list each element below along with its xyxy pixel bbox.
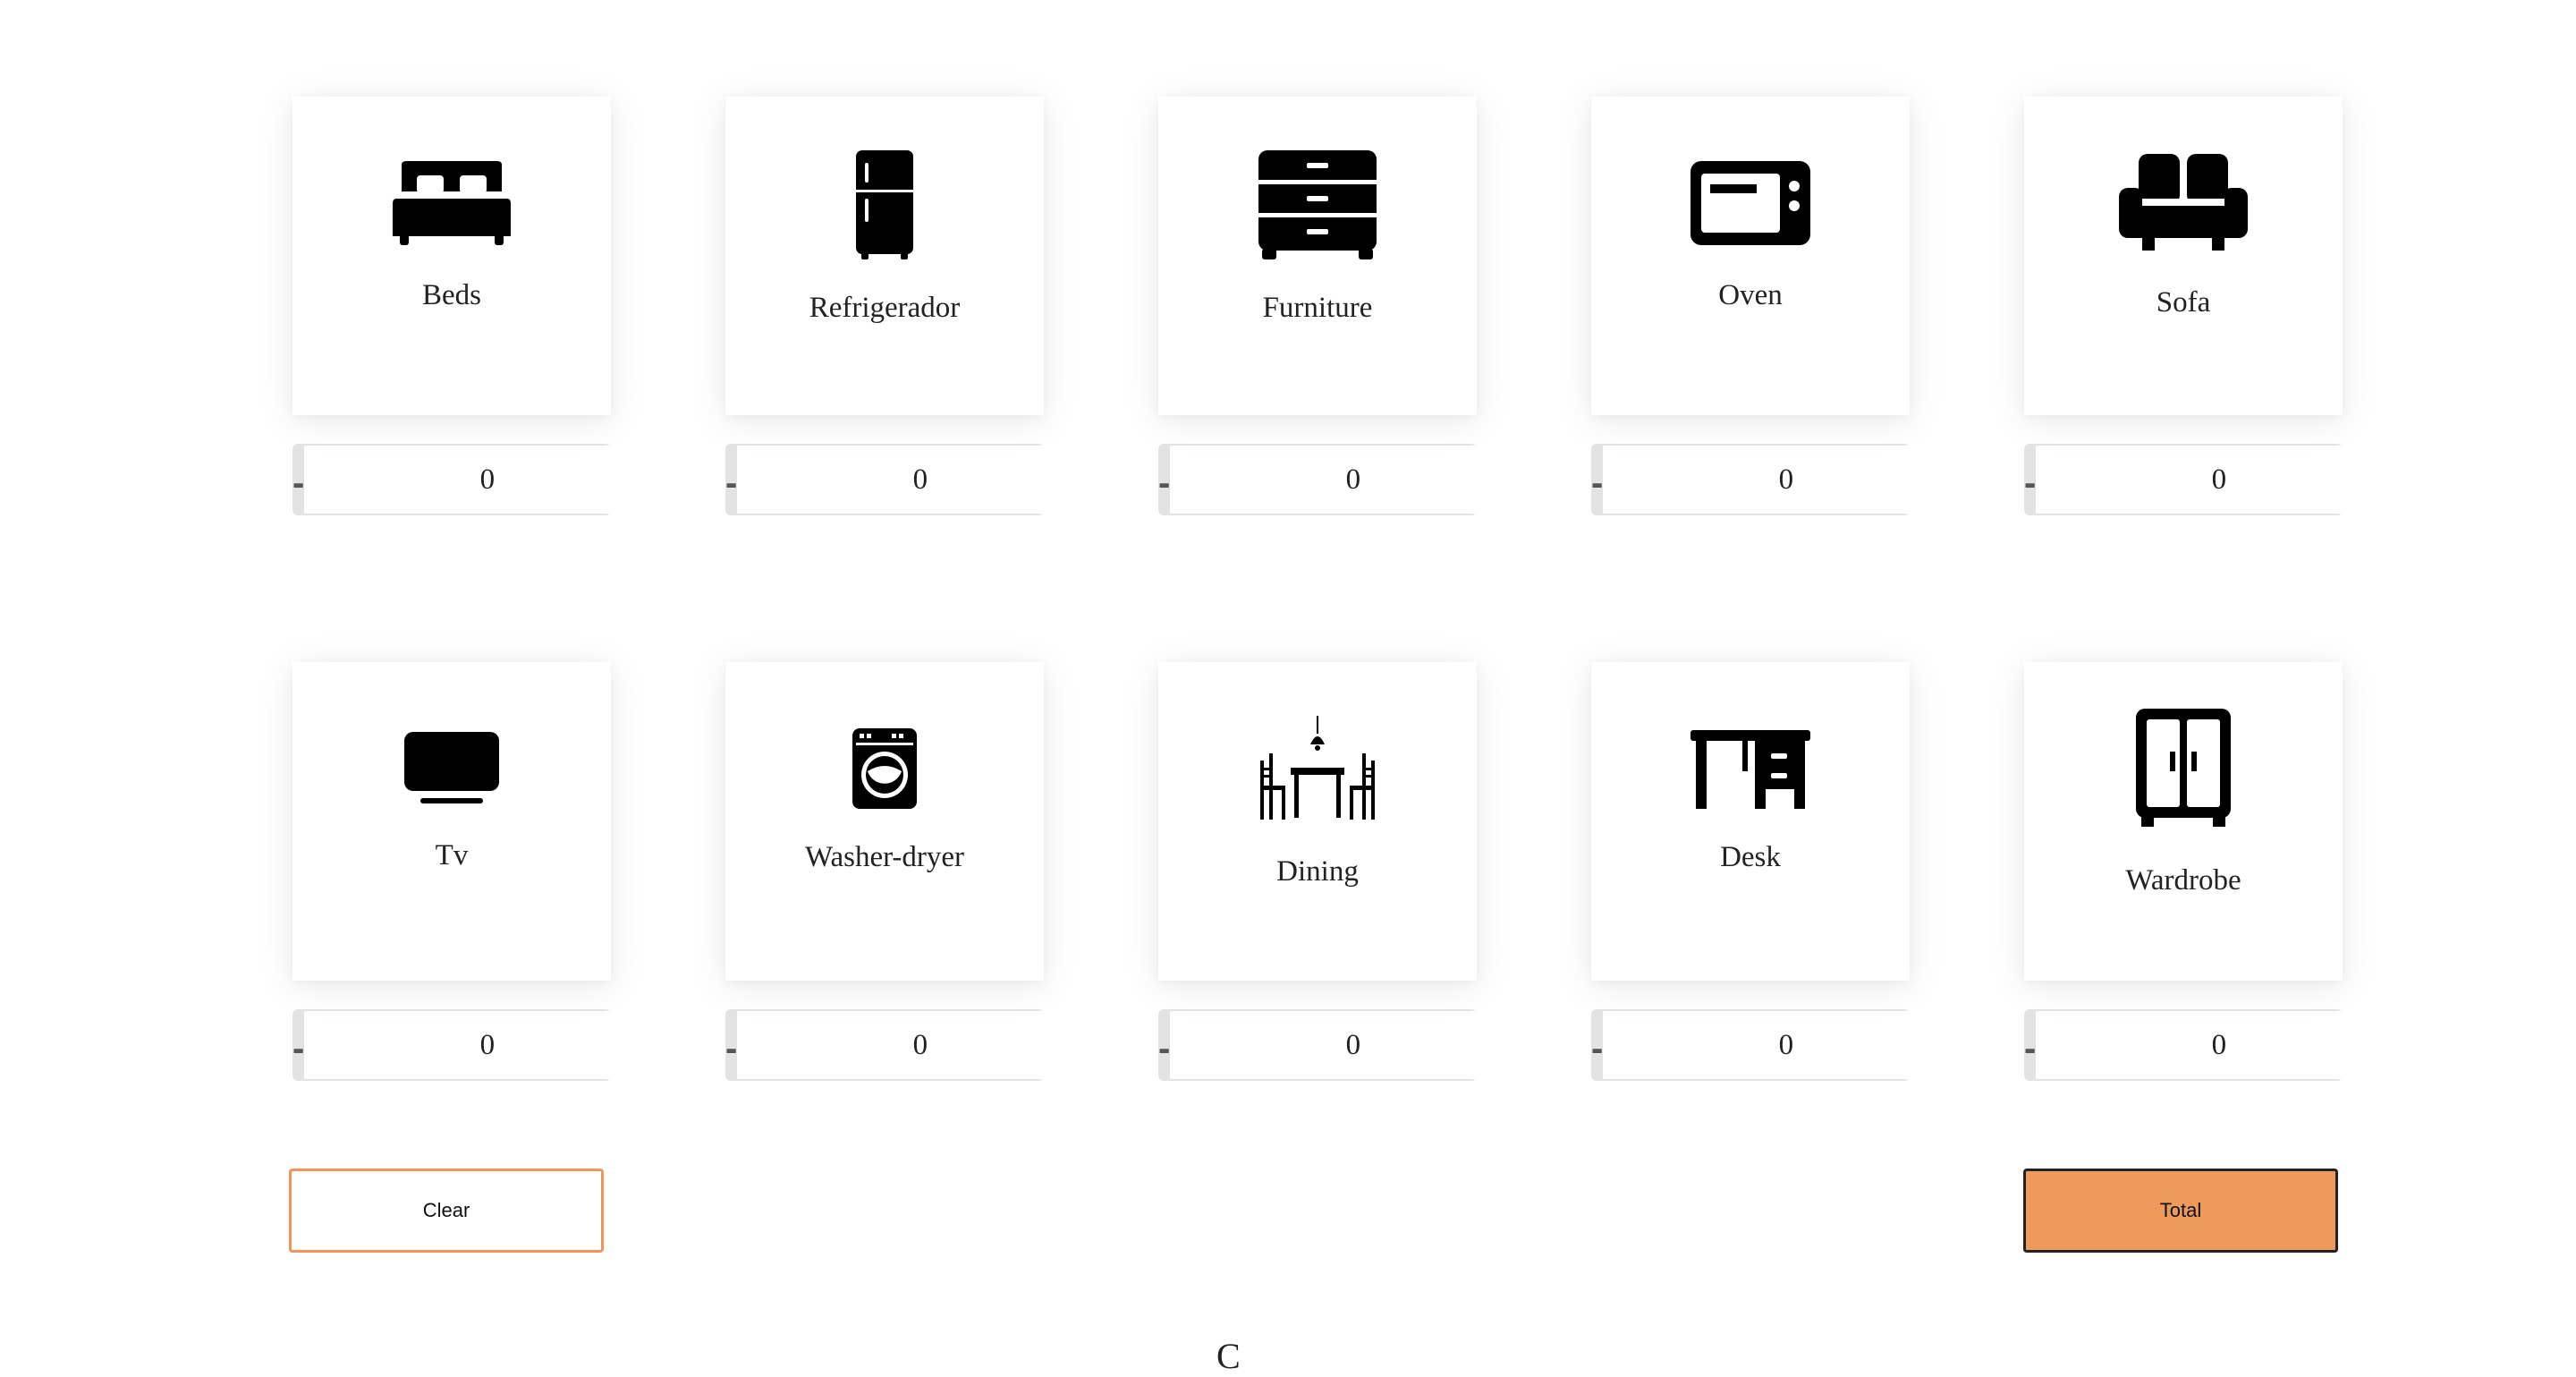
decrement-button[interactable]: - xyxy=(292,444,304,515)
total-button[interactable]: Total xyxy=(2023,1169,2338,1253)
quantity-stepper: - + xyxy=(2024,444,2343,515)
quantity-input[interactable] xyxy=(737,1011,1044,1079)
dining-table-icon xyxy=(1260,716,1375,820)
quantity-input[interactable] xyxy=(1603,1011,1910,1079)
item-card[interactable]: Beds xyxy=(292,97,611,415)
item-card[interactable]: Desk xyxy=(1591,662,1910,981)
decrement-button[interactable]: - xyxy=(725,1009,737,1081)
quantity-stepper: - + xyxy=(1158,444,1477,515)
item-label: Tv xyxy=(435,839,469,871)
item-beds: Beds - + xyxy=(292,97,611,515)
quantity-input[interactable] xyxy=(737,446,1044,514)
quantity-stepper: - + xyxy=(725,444,1044,515)
decrement-button[interactable]: - xyxy=(1591,1009,1603,1081)
item-card[interactable]: Wardrobe xyxy=(2024,662,2343,981)
quantity-input[interactable] xyxy=(1170,446,1477,514)
item-label: Oven xyxy=(1718,279,1783,311)
quantity-stepper: - + xyxy=(1591,444,1910,515)
decrement-button[interactable]: - xyxy=(292,1009,304,1081)
microwave-icon xyxy=(1690,161,1810,245)
desk-icon xyxy=(1690,730,1810,809)
sofa-icon xyxy=(2119,154,2248,251)
tv-icon xyxy=(404,732,499,803)
quantity-input[interactable] xyxy=(1603,446,1910,514)
quantity-input[interactable] xyxy=(304,446,611,514)
item-sofa: Sofa - + xyxy=(2024,97,2343,515)
item-desk: Desk - + xyxy=(1591,662,1910,1081)
item-card[interactable]: Refrigerador xyxy=(725,97,1044,415)
decrement-button[interactable]: - xyxy=(1591,444,1603,515)
quantity-stepper: - + xyxy=(292,1009,611,1081)
item-card[interactable]: Washer-dryer xyxy=(725,662,1044,981)
item-oven: Oven - + xyxy=(1591,97,1910,515)
quantity-input[interactable] xyxy=(304,1011,611,1079)
item-label: Beds xyxy=(422,279,481,311)
clear-button[interactable]: Clear xyxy=(289,1169,604,1253)
item-dining: Dining - + xyxy=(1158,662,1477,1081)
item-label: Wardrobe xyxy=(2125,864,2241,897)
item-card[interactable]: Oven xyxy=(1591,97,1910,415)
quantity-stepper: - + xyxy=(725,1009,1044,1081)
item-card[interactable]: Tv xyxy=(292,662,611,981)
decrement-button[interactable]: - xyxy=(1158,1009,1170,1081)
decrement-button[interactable]: - xyxy=(725,444,737,515)
bed-icon xyxy=(393,161,511,245)
item-label: Sofa xyxy=(2156,286,2211,319)
item-washer-dryer: Washer-dryer - + xyxy=(725,662,1044,1081)
item-label: Refrigerador xyxy=(809,292,961,324)
item-card[interactable]: Dining xyxy=(1158,662,1477,981)
decrement-button[interactable]: - xyxy=(1158,444,1170,515)
dresser-icon xyxy=(1258,150,1377,259)
item-card[interactable]: Sofa xyxy=(2024,97,2343,415)
item-tv: Tv - + xyxy=(292,662,611,1081)
item-furniture: Furniture - + xyxy=(1158,97,1477,515)
item-label: Dining xyxy=(1276,855,1359,888)
quantity-input[interactable] xyxy=(2036,446,2343,514)
item-label: Washer-dryer xyxy=(804,841,965,873)
wardrobe-icon xyxy=(2136,709,2231,827)
decrement-button[interactable]: - xyxy=(2024,444,2036,515)
decrement-button[interactable]: - xyxy=(2024,1009,2036,1081)
quantity-input[interactable] xyxy=(1170,1011,1477,1079)
item-label: Desk xyxy=(1720,841,1781,873)
item-refrigerador: Refrigerador - + xyxy=(725,97,1044,515)
quantity-stepper: - + xyxy=(1158,1009,1477,1081)
item-wardrobe: Wardrobe - + xyxy=(2024,662,2343,1081)
quantity-stepper: - + xyxy=(1591,1009,1910,1081)
quantity-stepper: - + xyxy=(2024,1009,2343,1081)
item-card[interactable]: Furniture xyxy=(1158,97,1477,415)
quantity-input[interactable] xyxy=(2036,1011,2343,1079)
refrigerator-icon xyxy=(856,150,913,259)
quantity-stepper: - + xyxy=(292,444,611,515)
item-label: Furniture xyxy=(1262,292,1373,324)
washing-machine-icon xyxy=(852,728,917,809)
footer-text-fragment: C xyxy=(1216,1336,1241,1376)
